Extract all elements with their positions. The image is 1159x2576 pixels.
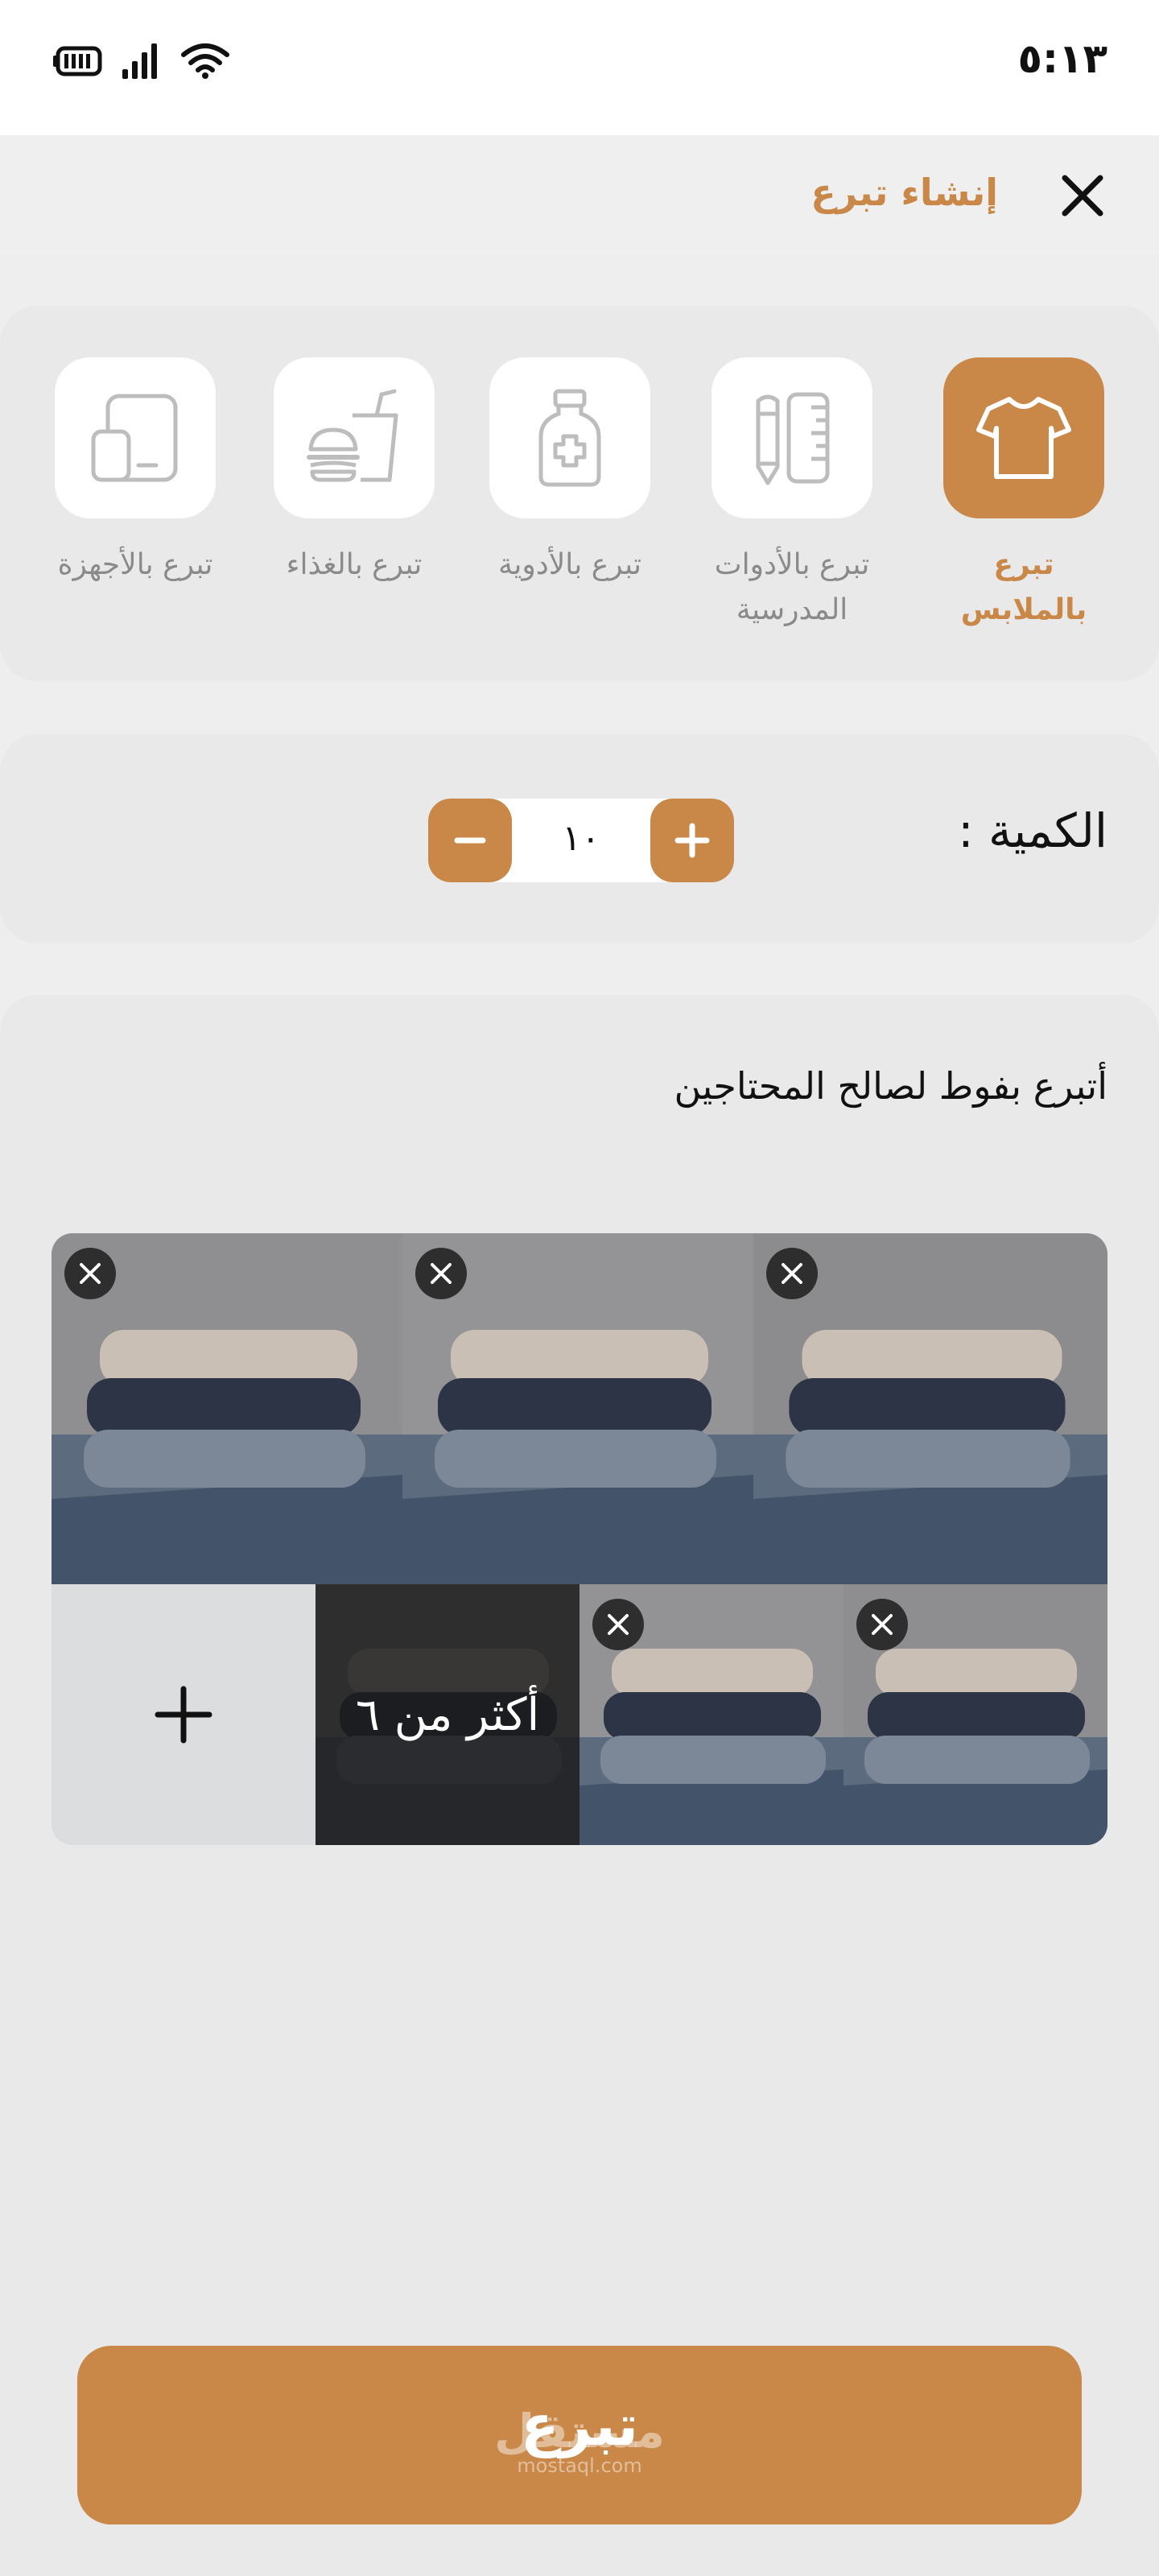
category-food[interactable]: تبرع بالغذاء xyxy=(258,357,451,588)
quantity-card: الكمية : ١٠ xyxy=(0,734,1159,943)
donation-description[interactable]: أتبرع بفوط لصالح المحتاجين xyxy=(674,1064,1107,1108)
status-bar: ٥:١٣ xyxy=(0,0,1159,135)
close-button[interactable] xyxy=(1054,167,1111,224)
category-tile xyxy=(711,357,872,518)
category-tile xyxy=(274,357,435,518)
photo-grid: أكثر من ٦ xyxy=(52,1233,1107,1845)
category-devices[interactable]: تبرع بالأجهزة xyxy=(39,357,232,588)
quantity-label: الكمية : xyxy=(958,803,1107,858)
category-label: تبرع بالأدوية xyxy=(498,548,641,581)
wifi-icon xyxy=(180,42,230,84)
donate-button-label: تبرع xyxy=(520,2392,639,2458)
photo-thumbnail xyxy=(580,1584,843,1845)
photo-thumbnail xyxy=(402,1233,753,1584)
status-time: ٥:١٣ xyxy=(1017,35,1107,82)
status-icons xyxy=(53,42,230,84)
category-tile xyxy=(943,357,1104,518)
close-icon xyxy=(80,1263,101,1284)
quantity-stepper: ١٠ xyxy=(428,799,734,882)
add-photo-button[interactable] xyxy=(52,1584,316,1845)
category-clothes[interactable]: تبرع بالملابس xyxy=(927,357,1120,633)
close-icon xyxy=(431,1263,452,1284)
signal-icon xyxy=(121,42,163,84)
decrement-button[interactable] xyxy=(428,799,512,882)
page-header: إنشاء تبرع xyxy=(0,135,1159,254)
more-photos-label: أكثر من ٦ xyxy=(355,1688,540,1741)
remove-photo-button[interactable] xyxy=(592,1599,644,1650)
remove-photo-button[interactable] xyxy=(856,1599,908,1650)
close-icon xyxy=(1062,175,1103,217)
remove-photo-button[interactable] xyxy=(415,1248,467,1299)
plus-icon xyxy=(674,823,710,858)
category-label: تبرع بالملابس xyxy=(960,548,1087,626)
close-icon xyxy=(872,1614,893,1635)
page-title: إنشاء تبرع xyxy=(810,171,998,214)
food-icon xyxy=(307,389,398,482)
more-photos-overlay: أكثر من ٦ xyxy=(316,1584,580,1845)
category-label: تبرع بالغذاء xyxy=(286,548,423,581)
category-label: تبرع بالأجهزة xyxy=(57,548,213,581)
remove-photo-button[interactable] xyxy=(766,1248,818,1299)
medicine-bottle-icon xyxy=(538,389,601,487)
category-tile xyxy=(55,357,216,518)
more-photos-tile[interactable]: أكثر من ٦ xyxy=(316,1584,580,1845)
tshirt-icon xyxy=(976,397,1071,479)
close-icon xyxy=(608,1614,629,1635)
photo-thumbnail xyxy=(753,1233,1107,1584)
category-medicine[interactable]: تبرع بالأدوية xyxy=(473,357,666,588)
category-label: تبرع بالأدوات المدرسية xyxy=(714,548,870,626)
photo-thumbnail xyxy=(843,1584,1107,1845)
photo-thumbnail xyxy=(52,1233,402,1584)
category-school-tools[interactable]: تبرع بالأدوات المدرسية xyxy=(695,357,889,633)
quantity-value[interactable]: ١٠ xyxy=(512,818,650,859)
photos-card: أتبرع بفوط لصالح المحتاجين أكثر من ٦ xyxy=(0,995,1159,2576)
donate-button[interactable]: تبرع xyxy=(77,2346,1082,2524)
remove-photo-button[interactable] xyxy=(64,1248,116,1299)
school-tools-icon xyxy=(756,392,830,485)
minus-icon xyxy=(454,837,486,844)
close-icon xyxy=(782,1263,802,1284)
category-tile xyxy=(489,357,650,518)
devices-icon xyxy=(91,394,178,482)
increment-button[interactable] xyxy=(650,799,734,882)
battery-icon xyxy=(53,45,103,80)
category-card: تبرع بالملابس تبرع بالأدوات المدرسية تبر… xyxy=(0,306,1159,681)
plus-icon xyxy=(155,1686,212,1744)
